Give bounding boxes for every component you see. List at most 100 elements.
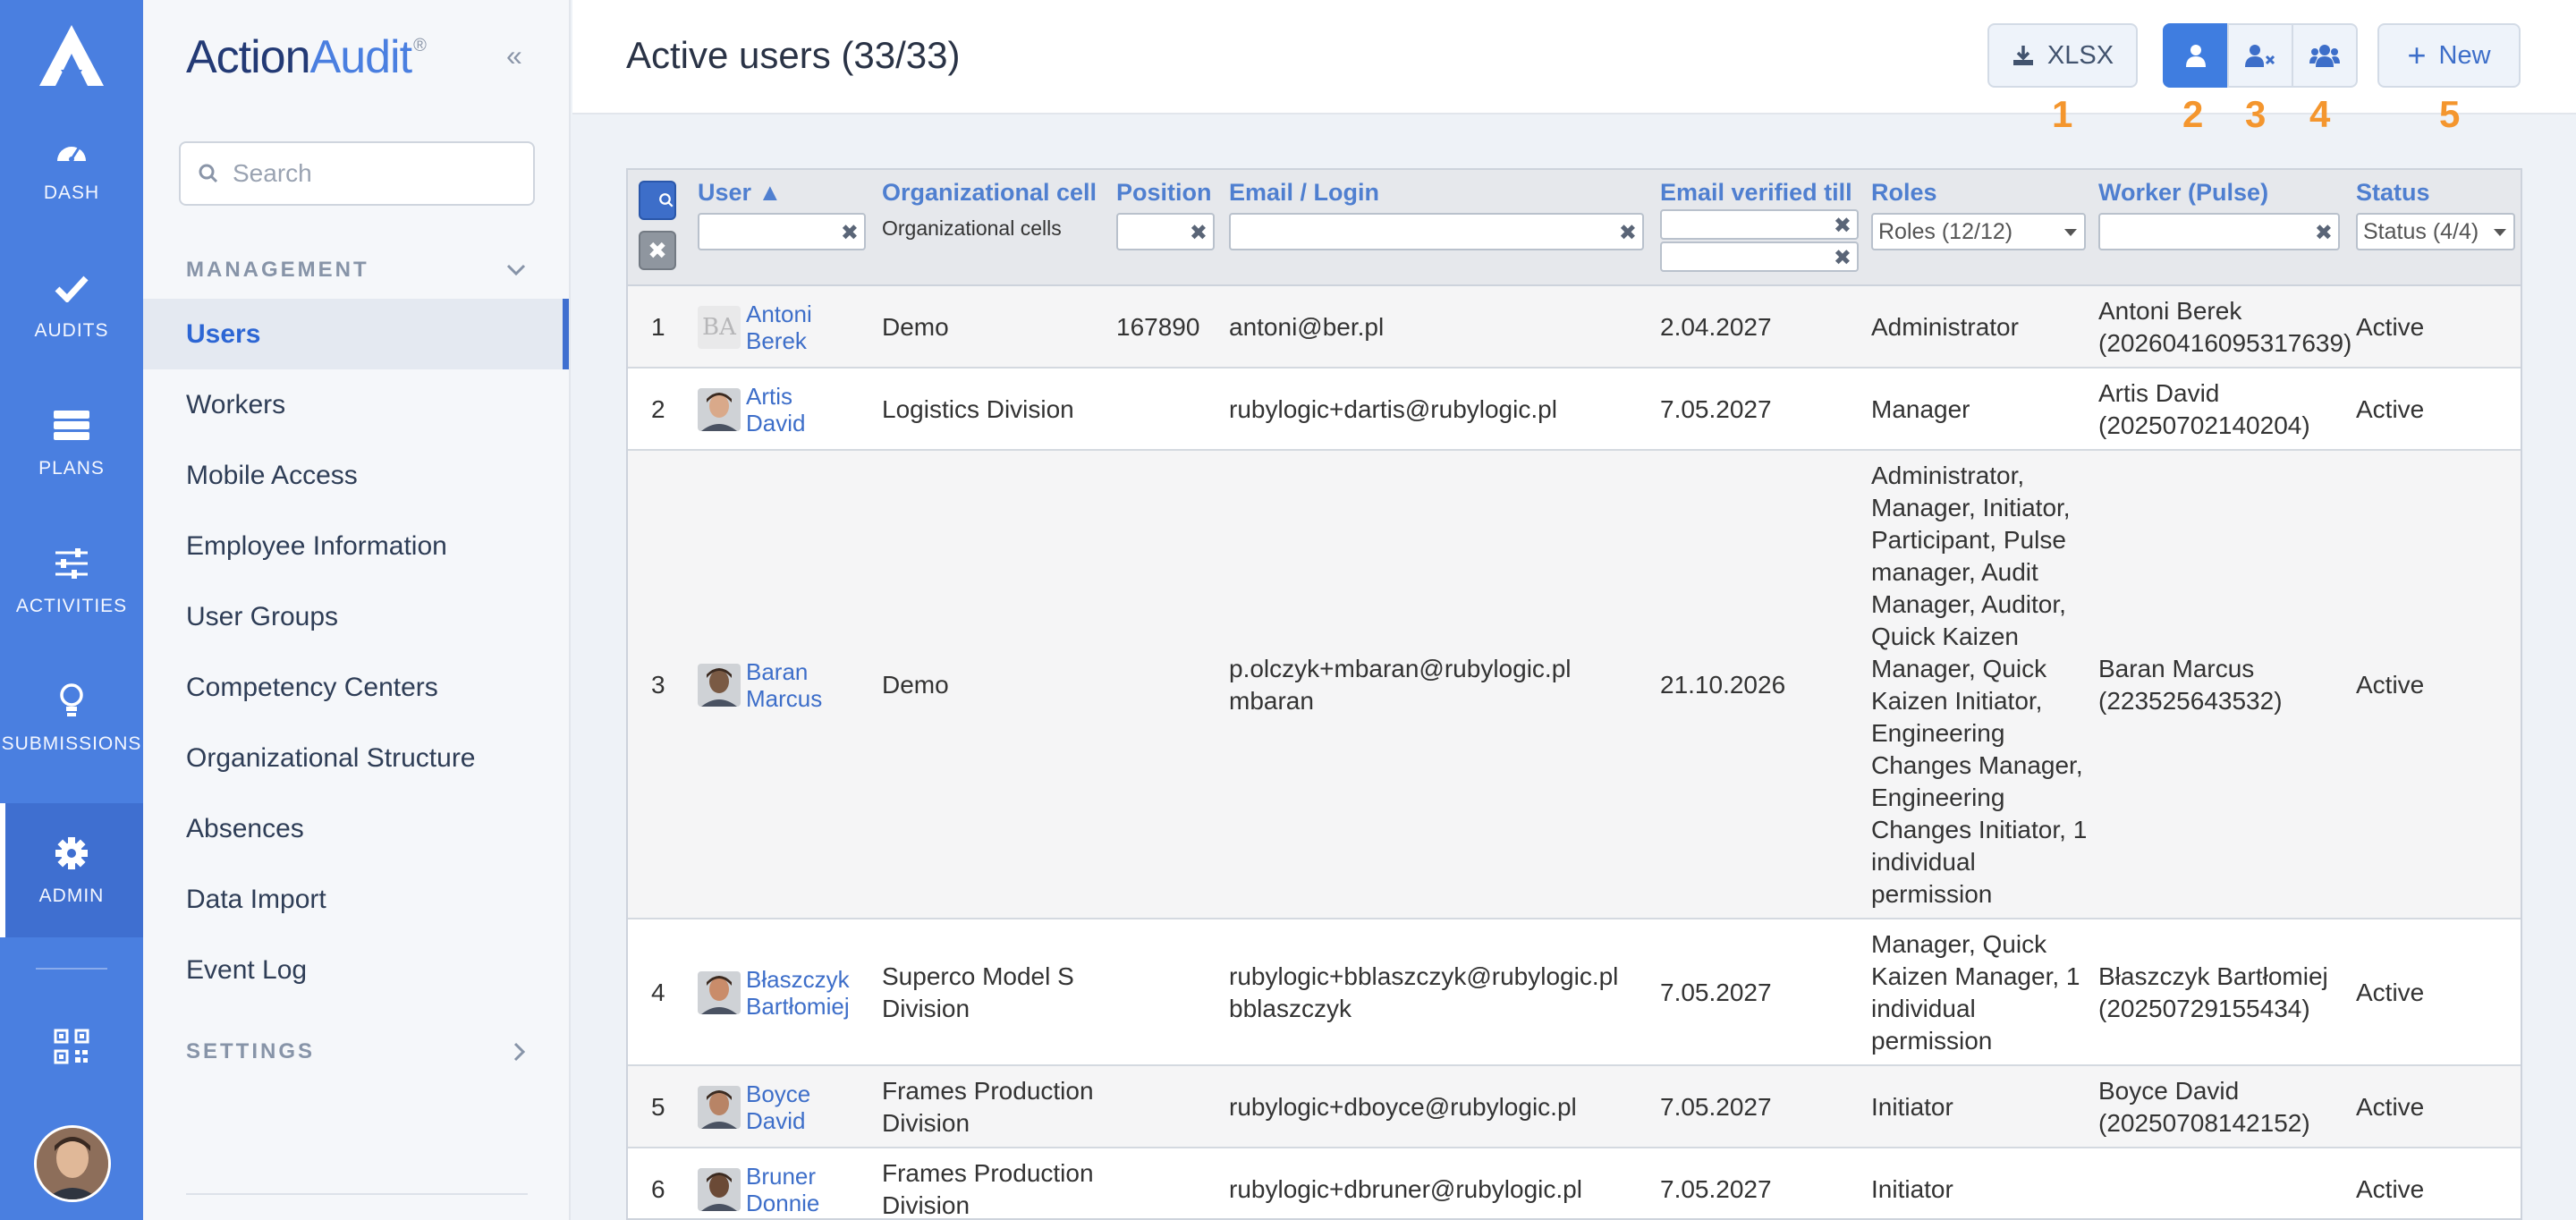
user-name-link[interactable]: Artis David	[746, 383, 805, 436]
rail-item-activities[interactable]: ACTIVITIES	[0, 513, 143, 648]
clear-icon[interactable]: ✖	[2315, 220, 2333, 246]
user-avatar[interactable]	[34, 1125, 111, 1202]
export-xlsx-button[interactable]: XLSX	[1987, 23, 2138, 88]
filter-user-input[interactable]: ✖	[698, 213, 866, 250]
row-number: 2	[651, 395, 665, 423]
roles-value: Manager	[1871, 395, 1970, 423]
sidebar-item-workers[interactable]: Workers	[143, 369, 569, 440]
filter-worker-input[interactable]: ✖	[2098, 213, 2340, 250]
download-icon	[2012, 46, 2033, 65]
user-avatar	[698, 664, 741, 707]
rail-item-submissions[interactable]: SUBMISSIONS	[0, 651, 143, 785]
column-header-status[interactable]: Status	[2356, 179, 2430, 207]
search-input[interactable]	[233, 159, 501, 188]
user-avatar	[698, 1086, 741, 1129]
close-icon: ✖	[648, 236, 667, 264]
clear-icon[interactable]: ✖	[1619, 220, 1637, 246]
worker-value: Artis David (20250702140204)	[2098, 379, 2310, 439]
app-logo-icon[interactable]	[38, 23, 106, 88]
status-filter-select[interactable]: Status (4/4)	[2356, 213, 2515, 250]
roles-filter-select[interactable]: Roles (12/12)	[1871, 213, 2086, 250]
sidebar-item-employee-information[interactable]: Employee Information	[143, 511, 569, 581]
user-avatar	[698, 1168, 741, 1211]
sidebar-item-users[interactable]: Users	[143, 299, 569, 369]
filter-verified-from-input[interactable]: ✖	[1660, 209, 1859, 240]
rail-item-audits[interactable]: AUDITS	[0, 238, 143, 372]
inactive-users-toggle[interactable]	[2227, 23, 2293, 88]
clear-filters-button[interactable]: ✖	[639, 231, 676, 270]
worker-value: Błaszczyk Bartłomiej (20250729155434)	[2098, 962, 2328, 1022]
user-name-link[interactable]: Baran Marcus	[746, 658, 822, 712]
plans-icon	[52, 406, 91, 445]
table-row[interactable]: 5 Boyce David Frames Production Division ruby…	[628, 1066, 2521, 1148]
annotation-marker: 5	[2439, 93, 2461, 135]
position-value: 167890	[1116, 313, 1200, 341]
user-name-link[interactable]: Błaszczyk Bartłomiej	[746, 966, 850, 1020]
sidebar-item-absences[interactable]: Absences	[143, 793, 569, 864]
section-management[interactable]: MANAGEMENT	[186, 258, 526, 283]
sidebar-item-competency-centers[interactable]: Competency Centers	[143, 652, 569, 723]
roles-value: Administrator, Manager, Initiator, Partici…	[1871, 462, 2088, 908]
table-row[interactable]: 4 Błaszczyk Bartłomiej Superco Model S Divis…	[628, 919, 2521, 1066]
user-name-link[interactable]: Bruner Donnie	[746, 1163, 819, 1216]
rail-item-dash[interactable]: DASH	[0, 100, 143, 234]
column-header-email-verified[interactable]: Email verified till	[1660, 179, 1852, 207]
active-users-toggle[interactable]	[2163, 23, 2229, 88]
email-verified-value: 2.04.2027	[1660, 313, 1772, 341]
status-value: Active	[2356, 671, 2425, 699]
email-value: rubylogic+dartis@rubylogic.pl	[1229, 395, 1557, 423]
new-user-button[interactable]: + New	[2377, 23, 2521, 88]
column-header-position[interactable]: Position	[1116, 179, 1212, 207]
user-name-link[interactable]: Boyce David	[746, 1080, 810, 1134]
sidebar-item-event-log[interactable]: Event Log	[143, 935, 569, 1005]
filter-position-input[interactable]: ✖	[1116, 213, 1215, 250]
sidebar-item-organizational-structure[interactable]: Organizational Structure	[143, 723, 569, 793]
collapse-sidebar-icon[interactable]: «	[506, 39, 522, 72]
worker-value: Baran Marcus (223525643532)	[2098, 655, 2283, 715]
org-cell-value: Frames Production Division	[882, 1159, 1094, 1219]
user-avatar	[698, 388, 741, 431]
table-row[interactable]: 1 BA Antoni Berek Demo 167890 antoni@ber.pl 2.0…	[628, 286, 2521, 369]
user-name-link[interactable]: Antoni Berek	[746, 301, 812, 354]
column-header-email[interactable]: Email / Login	[1229, 179, 1379, 207]
column-header-org-cell[interactable]: Organizational cell	[882, 179, 1097, 207]
sidebar-item-mobile-access[interactable]: Mobile Access	[143, 440, 569, 511]
filter-email-input[interactable]: ✖	[1229, 213, 1644, 250]
filter-verified-to-input[interactable]: ✖	[1660, 241, 1859, 272]
apply-filters-button[interactable]	[639, 181, 676, 220]
app-rail: DASH AUDITS PLANS ACTIVITIES SUBMISSIONS…	[0, 0, 143, 1220]
user-remove-icon	[2245, 45, 2275, 67]
qr-code-icon[interactable]	[54, 1029, 89, 1064]
rail-item-admin[interactable]: ADMIN	[0, 803, 143, 937]
roles-value: Administrator	[1871, 313, 2019, 341]
annotation-marker: 1	[2052, 93, 2073, 135]
table-row[interactable]: 3 Baran Marcus Demo p.olczyk+mbaran@rubylogi…	[628, 451, 2521, 919]
clear-icon[interactable]: ✖	[841, 220, 859, 246]
sidebar-search[interactable]	[179, 141, 535, 206]
admin-sidebar: ActionAudit® « MANAGEMENT Users Workers …	[143, 0, 571, 1220]
sidebar-item-data-import[interactable]: Data Import	[143, 864, 569, 935]
org-cells-filter[interactable]: Organizational cells	[882, 216, 1062, 241]
clear-icon[interactable]: ✖	[1190, 220, 1208, 246]
sidebar-item-user-groups[interactable]: User Groups	[143, 581, 569, 652]
chevron-down-icon	[506, 264, 526, 276]
page-header: Active users (33/33) XLSX + New	[572, 0, 2576, 114]
column-header-roles[interactable]: Roles	[1871, 179, 1937, 207]
rail-item-label: DASH	[43, 182, 100, 203]
user-icon	[2186, 45, 2206, 67]
search-icon	[659, 193, 674, 208]
column-header-worker[interactable]: Worker (Pulse)	[2098, 179, 2268, 207]
section-settings[interactable]: SETTINGS	[186, 1039, 526, 1064]
clear-icon[interactable]: ✖	[1834, 213, 1852, 239]
column-header-user[interactable]: User ▲	[698, 179, 782, 207]
row-number: 4	[651, 979, 665, 1006]
clear-icon[interactable]: ✖	[1834, 245, 1852, 271]
all-users-toggle[interactable]	[2292, 23, 2358, 88]
table-header: ✖ User ▲ ✖ Organizational cell Organizat…	[628, 170, 2521, 286]
rail-item-plans[interactable]: PLANS	[0, 376, 143, 510]
table-row[interactable]: 2 Artis David Logistics Division rubylogic+d…	[628, 369, 2521, 451]
annotation-marker: 3	[2245, 93, 2267, 135]
status-value: Active	[2356, 979, 2425, 1006]
table-row[interactable]: 6 Bruner Donnie Frames Production Division ru…	[628, 1148, 2521, 1219]
row-number: 1	[651, 313, 665, 341]
